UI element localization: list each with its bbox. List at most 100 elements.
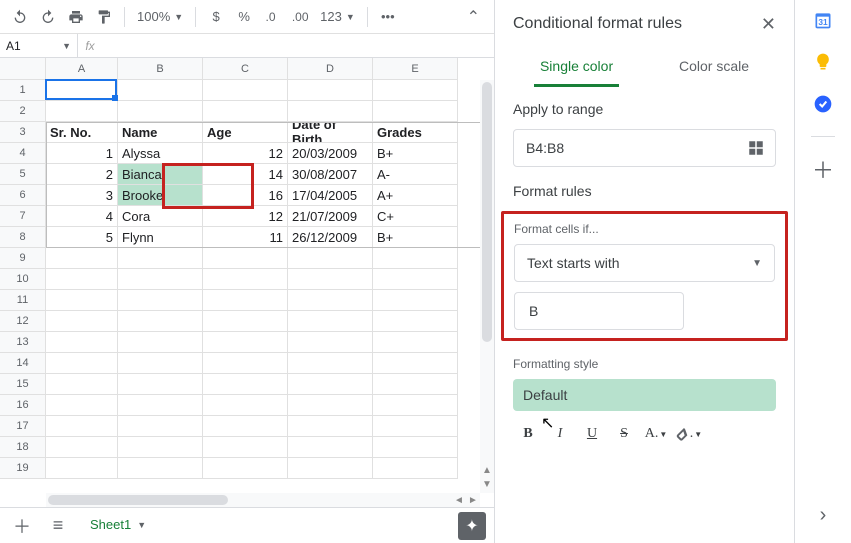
column-header[interactable]: B [118,58,203,80]
add-addon-button[interactable]: ＋ [813,159,833,179]
cell[interactable] [288,458,373,479]
tasks-icon[interactable] [813,94,833,114]
spreadsheet-grid[interactable]: ABCDE 12345678910111213141516171819 Sr. … [0,58,494,507]
zoom-dropdown[interactable]: 100%▼ [133,9,187,24]
cell[interactable] [46,311,118,332]
cell[interactable] [46,248,118,269]
cell[interactable]: 12 [203,206,288,227]
cell[interactable] [373,80,458,101]
cell[interactable] [203,332,288,353]
cell[interactable] [118,416,203,437]
cell[interactable] [203,290,288,311]
cell[interactable]: 5 [46,227,118,248]
explore-button[interactable]: ✦ [458,512,486,540]
row-header[interactable]: 8 [0,227,46,248]
cell[interactable] [288,101,373,122]
keep-icon[interactable] [813,52,833,72]
cell[interactable] [118,311,203,332]
row-header[interactable]: 5 [0,164,46,185]
cell[interactable] [203,416,288,437]
tab-single-color[interactable]: Single color [534,48,619,87]
cell[interactable] [118,248,203,269]
cell[interactable] [203,80,288,101]
style-preview[interactable]: Default [513,379,776,411]
vertical-scrollbar[interactable]: ▲▼ [480,80,494,493]
fill-color-button[interactable]: .▼ [673,419,703,449]
cell[interactable] [118,269,203,290]
cell[interactable] [373,269,458,290]
cell[interactable]: A- [373,164,458,185]
cell[interactable]: Bianca [118,164,203,185]
row-header[interactable]: 10 [0,269,46,290]
cell[interactable]: Cora [118,206,203,227]
cell[interactable]: C+ [373,206,458,227]
cell[interactable] [118,374,203,395]
column-header[interactable]: A [46,58,118,80]
row-header[interactable]: 11 [0,290,46,311]
row-header[interactable]: 6 [0,185,46,206]
cell[interactable] [373,374,458,395]
formula-bar[interactable] [102,34,494,57]
cell[interactable] [288,416,373,437]
cell[interactable]: 30/08/2007 [288,164,373,185]
column-header[interactable]: E [373,58,458,80]
tab-color-scale[interactable]: Color scale [673,48,755,87]
cell[interactable] [288,80,373,101]
cell[interactable] [373,248,458,269]
row-header[interactable]: 1 [0,80,46,101]
cell[interactable]: 20/03/2009 [288,143,373,164]
cell[interactable]: 3 [46,185,118,206]
cell[interactable] [203,101,288,122]
cell[interactable] [203,374,288,395]
more-formats-dropdown[interactable]: 123▼ [316,9,359,24]
cell[interactable] [373,311,458,332]
cell[interactable] [203,437,288,458]
cell[interactable]: 26/12/2009 [288,227,373,248]
cell[interactable] [118,437,203,458]
row-header[interactable]: 19 [0,458,46,479]
cell[interactable]: Sr. No. [46,122,118,143]
cell[interactable] [118,353,203,374]
sheet-tab[interactable]: Sheet1▼ [80,511,156,540]
cell[interactable]: 12 [203,143,288,164]
more-toolbar-button[interactable]: ••• [376,5,400,29]
cell[interactable]: Grades [373,122,458,143]
cell[interactable] [46,458,118,479]
range-input[interactable] [513,129,776,167]
row-header[interactable]: 2 [0,101,46,122]
decrease-decimal-button[interactable]: .0 [260,5,284,29]
cell[interactable] [288,248,373,269]
cell[interactable] [373,290,458,311]
cell[interactable] [46,269,118,290]
all-sheets-button[interactable]: ≡ [44,512,72,540]
cell[interactable] [203,395,288,416]
cell[interactable] [46,80,118,101]
cell[interactable] [373,437,458,458]
undo-button[interactable] [8,5,32,29]
cell[interactable] [203,248,288,269]
add-sheet-button[interactable]: ＋ [8,512,36,540]
collapse-toolbar-button[interactable]: ⌃ [461,7,486,27]
cell[interactable]: 17/04/2005 [288,185,373,206]
underline-button[interactable]: U [577,419,607,449]
select-all-corner[interactable] [0,58,46,80]
cell[interactable]: 11 [203,227,288,248]
cell[interactable] [288,437,373,458]
increase-decimal-button[interactable]: .00 [288,5,312,29]
row-header[interactable]: 13 [0,332,46,353]
close-panel-button[interactable]: ✕ [761,14,776,35]
cell[interactable]: Brooke [118,185,203,206]
cell[interactable] [46,101,118,122]
cell[interactable] [288,374,373,395]
italic-button[interactable]: I [545,419,575,449]
row-header[interactable]: 15 [0,374,46,395]
hide-rail-button[interactable]: › [820,504,827,527]
column-header[interactable]: C [203,58,288,80]
cell[interactable] [46,353,118,374]
cell[interactable] [288,290,373,311]
cell[interactable] [288,332,373,353]
cell[interactable] [288,395,373,416]
cell[interactable]: 16 [203,185,288,206]
cell[interactable]: Date of Birth [288,122,373,143]
cell[interactable] [373,353,458,374]
